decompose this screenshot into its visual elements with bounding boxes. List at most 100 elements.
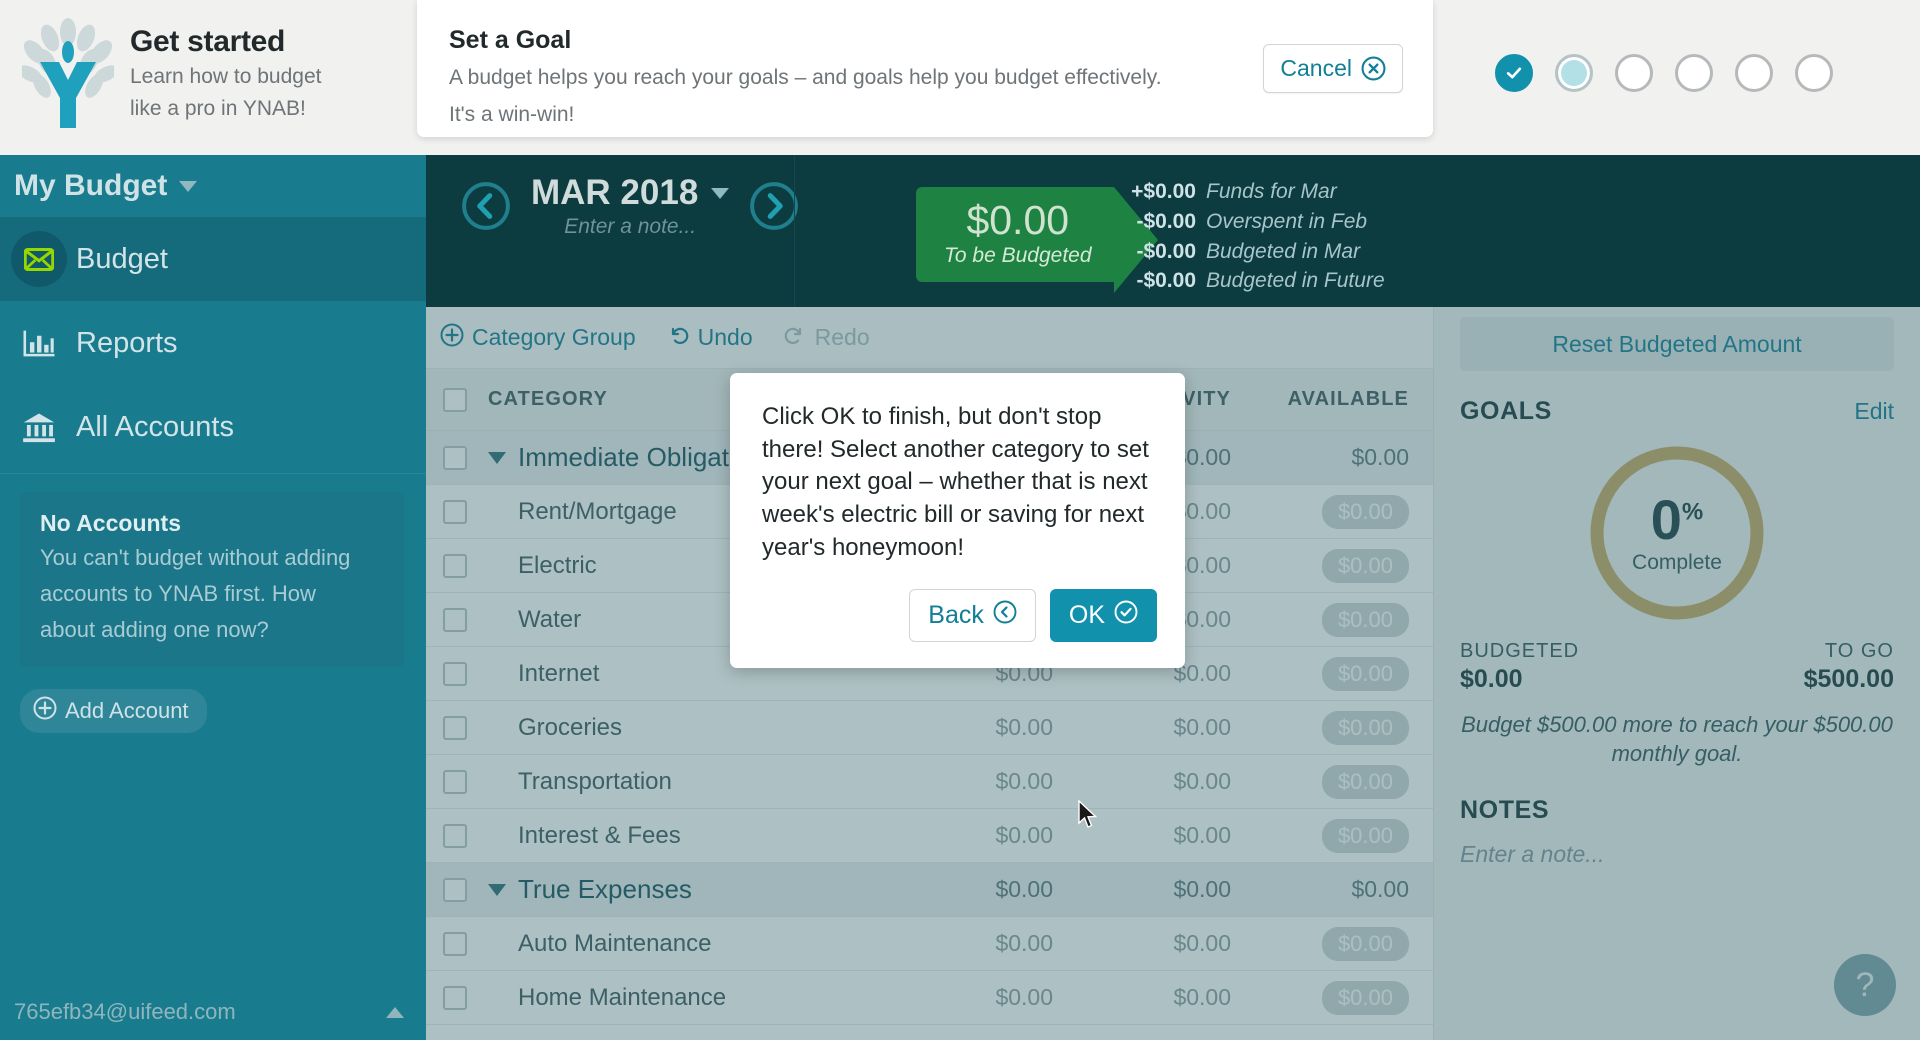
step-indicator-1[interactable] — [1495, 54, 1533, 92]
row-checkbox[interactable] — [443, 823, 467, 848]
activity-cell[interactable]: $0.00 — [1077, 768, 1255, 795]
check-circle-icon — [1114, 600, 1138, 631]
month-selector[interactable]: MAR 2018 Enter a note... — [531, 173, 730, 239]
available-cell[interactable]: $0.00 — [1255, 764, 1433, 799]
row-checkbox[interactable] — [443, 985, 467, 1010]
account-email-footer[interactable]: 765efb34@uifeed.com — [0, 984, 426, 1040]
available-cell[interactable]: $0.00 — [1255, 444, 1433, 471]
reset-budgeted-amount-button[interactable]: Reset Budgeted Amount — [1460, 317, 1894, 371]
available-cell[interactable]: $0.00 — [1255, 710, 1433, 745]
undo-button[interactable]: Undo — [666, 323, 753, 353]
activity-cell[interactable]: $0.00 — [1077, 984, 1255, 1011]
sidebar-item-reports[interactable]: Reports — [0, 301, 426, 385]
activity-cell[interactable]: $0.00 — [1077, 822, 1255, 849]
row-checkbox[interactable] — [443, 445, 467, 470]
goals-edit-button[interactable]: Edit — [1854, 398, 1894, 425]
sidebar-divider — [0, 473, 426, 474]
current-month-label: MAR 2018 — [531, 173, 699, 212]
available-cell[interactable]: $0.00 — [1255, 926, 1433, 961]
row-checkbox[interactable] — [443, 715, 467, 740]
category-name-cell: Transportation — [484, 768, 899, 796]
notes-input[interactable]: Enter a note... — [1460, 841, 1894, 868]
budgeted-cell[interactable]: $0.00 — [899, 768, 1077, 795]
arrow-left-circle-icon — [993, 600, 1017, 631]
budgeted-cell[interactable]: $0.00 — [899, 930, 1077, 957]
category-name: Groceries — [518, 713, 623, 741]
available-cell[interactable]: $0.00 — [1255, 980, 1433, 1015]
row-checkbox[interactable] — [443, 499, 467, 524]
set-a-goal-card: Set a Goal A budget helps you reach your… — [417, 0, 1433, 137]
add-category-group-button[interactable]: Category Group — [440, 323, 636, 353]
bar-chart-icon — [8, 328, 70, 359]
next-month-button[interactable] — [749, 181, 799, 231]
available-pill: $0.00 — [1321, 710, 1409, 745]
collapse-triangle-icon[interactable] — [488, 883, 506, 896]
category-name-cell: Auto Maintenance — [484, 930, 899, 958]
help-button[interactable]: ? — [1834, 954, 1896, 1016]
redo-button: Redo — [783, 323, 870, 353]
row-checkbox[interactable] — [443, 931, 467, 956]
ok-button[interactable]: OK — [1049, 589, 1157, 642]
modal-buttons: Back OK — [909, 589, 1157, 642]
category-name: True Expenses — [518, 874, 692, 904]
step-indicator-4[interactable] — [1675, 54, 1713, 92]
available-pill: $0.00 — [1321, 548, 1409, 583]
app-root: Get started Learn how to budget like a p… — [0, 0, 1920, 1040]
row-checkbox-cell — [426, 445, 484, 470]
category-row[interactable]: Auto Maintenance $0.00 $0.00 $0.00 — [426, 917, 1433, 971]
add-account-button[interactable]: Add Account — [20, 688, 207, 733]
available-cell[interactable]: $0.00 — [1255, 818, 1433, 853]
onboarding-steps — [1495, 54, 1833, 92]
select-all-checkbox[interactable] — [443, 387, 467, 412]
column-header-available[interactable]: AVAILABLE — [1255, 388, 1433, 411]
chevron-up-icon — [386, 1006, 404, 1018]
back-button[interactable]: Back — [909, 589, 1036, 642]
row-checkbox-cell — [426, 931, 484, 956]
step-indicator-6[interactable] — [1795, 54, 1833, 92]
budgeted-cell[interactable]: $0.00 — [899, 714, 1077, 741]
activity-cell[interactable]: $0.00 — [1077, 876, 1255, 903]
row-checkbox-cell — [426, 661, 484, 686]
row-checkbox[interactable] — [443, 553, 467, 578]
available-cell[interactable]: $0.00 — [1255, 876, 1433, 903]
no-accounts-body-line3: about adding one now? — [40, 616, 269, 642]
category-row[interactable]: Interest & Fees $0.00 $0.00 $0.00 — [426, 809, 1433, 863]
cancel-button[interactable]: Cancel — [1263, 44, 1403, 93]
category-row[interactable]: Home Maintenance $0.00 $0.00 $0.00 — [426, 971, 1433, 1025]
activity-cell[interactable]: $0.00 — [1077, 714, 1255, 741]
budget-name-dropdown[interactable]: My Budget — [0, 155, 426, 217]
goals-title: GOALS — [1460, 397, 1552, 425]
budgeted-cell[interactable]: $0.00 — [899, 876, 1077, 903]
category-row[interactable]: Groceries $0.00 $0.00 $0.00 — [426, 701, 1433, 755]
activity-cell[interactable]: $0.00 — [1077, 930, 1255, 957]
to-be-budgeted-banner[interactable]: $0.00 To be Budgeted — [916, 187, 1157, 294]
breakdown-row: +$0.00 Funds for Mar — [1104, 177, 1385, 207]
sidebar-item-all-accounts[interactable]: All Accounts — [0, 385, 426, 469]
row-checkbox[interactable] — [443, 607, 467, 632]
sidebar-item-budget[interactable]: Budget — [0, 217, 426, 301]
row-checkbox[interactable] — [443, 769, 467, 794]
month-note-input[interactable]: Enter a note... — [531, 215, 729, 239]
available-cell[interactable]: $0.00 — [1255, 656, 1433, 691]
row-checkbox-cell — [426, 715, 484, 740]
togo-stat: TO GO $500.00 — [1804, 640, 1894, 694]
previous-month-button[interactable] — [461, 181, 511, 231]
row-checkbox[interactable] — [443, 661, 467, 686]
category-group-row[interactable]: True Expenses $0.00 $0.00 $0.00 — [426, 863, 1433, 917]
step-indicator-2[interactable] — [1555, 54, 1593, 92]
step-indicator-5[interactable] — [1735, 54, 1773, 92]
available-cell[interactable]: $0.00 — [1255, 494, 1433, 529]
category-row[interactable]: Transportation $0.00 $0.00 $0.00 — [426, 755, 1433, 809]
collapse-triangle-icon[interactable] — [488, 451, 506, 464]
available-pill: $0.00 — [1321, 602, 1409, 637]
brand-subtitle-line1: Learn how to budget — [130, 65, 322, 89]
step-indicator-3[interactable] — [1615, 54, 1653, 92]
available-cell[interactable]: $0.00 — [1255, 548, 1433, 583]
chevron-down-icon — [179, 180, 198, 192]
budgeted-cell[interactable]: $0.00 — [899, 822, 1077, 849]
row-checkbox[interactable] — [443, 877, 467, 902]
budgeted-cell[interactable]: $0.00 — [899, 984, 1077, 1011]
category-name: Transportation — [518, 767, 672, 795]
available-cell[interactable]: $0.00 — [1255, 602, 1433, 637]
category-name-cell: Groceries — [484, 714, 899, 742]
